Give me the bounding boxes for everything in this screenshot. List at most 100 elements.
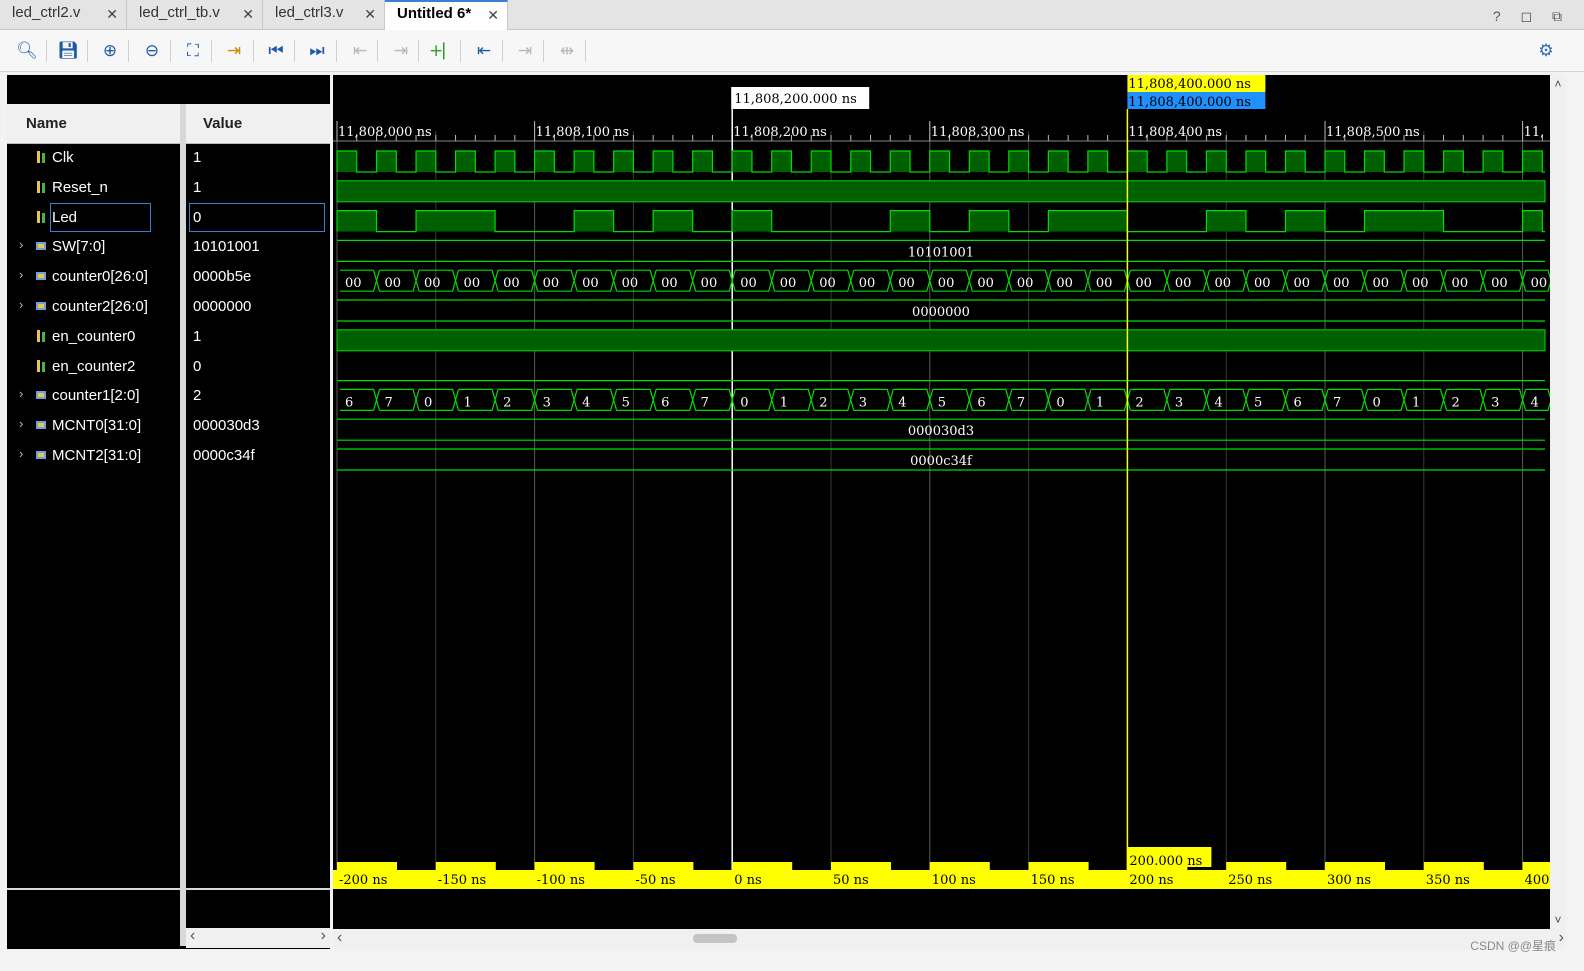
scroll-down-icon[interactable]: ˅ [1550,913,1566,927]
zoom-in-icon[interactable]: ⊕ [97,38,123,64]
counter0-bus-label: 00 [464,276,481,291]
expand-chevron-icon[interactable]: › [19,267,23,282]
counter1-bus-label: 2 [819,395,827,410]
signal-row[interactable]: › SW[7:0] 10101001 [7,232,330,262]
waveform-canvas[interactable]: 11,808,000 ns 11,808,100 ns 11,808,200 ns 1… [333,75,1583,929]
tab-led-ctrl-tb[interactable]: led_ctrl_tb.v ✕ [127,0,263,30]
tab-label: led_ctrl3.v [275,4,344,21]
wave-hscrollbar[interactable]: ‹ › [333,929,1566,949]
delta-tick-label: 200 ns [1129,873,1173,888]
signal-name: counter0[26:0] [52,268,148,286]
go-to-last-time-icon[interactable]: ⏭ [304,38,330,64]
swap-cursors-icon[interactable]: ⇹ [554,38,580,64]
delta-tick-label: 0 ns [734,873,761,888]
mcnt0-bus-label: 000030d3 [908,424,974,439]
ruler-tick-label: 11, [1524,125,1545,140]
zoom-fit-icon[interactable]: ⛶ [180,38,206,64]
signal-row[interactable]: › MCNT0[31:0] 000030d3 [7,411,330,441]
name-column-header[interactable]: Name [26,104,67,144]
clk-high-fill [534,151,555,172]
expand-chevron-icon[interactable]: › [19,297,23,312]
search-icon[interactable]: 🔍︎ [14,38,40,64]
delta-tick-label: 350 ns [1426,873,1470,888]
led-high-fill [890,210,930,232]
delta-tab [435,862,496,870]
clk-high-fill [1048,151,1069,172]
counter2-bus-label: 0000000 [912,305,970,320]
waveform-svg: 11,808,000 ns 11,808,100 ns 11,808,200 ns 1… [333,75,1583,889]
add-marker-icon[interactable]: +⎸ [429,38,460,64]
bit-signal-icon [35,150,47,164]
led-high-fill [1206,210,1246,232]
tab-led-ctrl2[interactable]: led_ctrl2.v ✕ [0,0,127,30]
counter1-bus-label: 2 [503,395,511,410]
zoom-out-icon[interactable]: ⊖ [139,38,165,64]
save-icon[interactable]: 💾︎ [55,38,81,64]
signal-name: counter2[26:0] [52,298,148,315]
clk-high-fill [1166,151,1187,172]
led-high-fill [574,210,614,232]
ruler-tick-label: 11,808,500 ns [1326,125,1420,140]
signal-name: en_counter2 [52,357,136,375]
signal-row[interactable]: › counter2[26:0] 0000000 [7,292,330,322]
counter1-bus-label: 6 [345,395,353,410]
value-column-header[interactable]: Value [203,104,242,144]
clk-high-fill [1008,151,1029,172]
signal-row[interactable]: › counter1[2:0] 2 [7,381,330,411]
gear-icon[interactable]: ⚙ [1533,38,1559,64]
delta-tab [1423,862,1484,870]
close-icon[interactable]: ✕ [364,1,376,27]
window-controls[interactable]: ? ◻ ⧉ [1493,8,1570,25]
delta-tab [1325,862,1385,870]
signal-value: 1 [193,178,202,196]
scroll-left-icon[interactable]: ‹ [337,929,342,947]
go-to-cursor-icon[interactable]: ⇥ [221,38,247,64]
expand-chevron-icon[interactable]: › [19,446,23,461]
close-icon[interactable]: ✕ [487,3,499,27]
clk-high-fill [1325,151,1345,172]
signal-row[interactable]: Clk 1 [7,143,330,173]
clk-high-fill [376,151,397,172]
counter0-bus-label: 00 [1491,276,1508,291]
scroll-up-icon[interactable]: ˄ [1550,77,1566,91]
counter0-bus-label: 00 [977,276,994,291]
counter0-bus-label: 00 [503,276,520,291]
signal-row[interactable]: en_counter2 0 [7,352,330,382]
name-value-hscrollbar[interactable]: ‹ › [186,927,330,948]
scroll-right-icon[interactable]: › [1559,929,1564,947]
led-high-fill [969,210,1009,232]
hscroll-thumb[interactable] [693,934,737,943]
expand-chevron-icon[interactable]: › [19,416,23,431]
counter0-bus-label: 00 [780,276,797,291]
previous-marker-icon[interactable]: ⇤ [471,38,497,64]
signal-row[interactable]: Reset_n 1 [7,173,330,203]
counter0-bus-label: 00 [1412,276,1429,291]
tab-led-ctrl3[interactable]: led_ctrl3.v ✕ [263,0,385,30]
signal-row[interactable]: en_counter0 1 [7,322,330,352]
next-transition-icon[interactable]: ⇥ [388,38,414,64]
previous-transition-icon[interactable]: ⇤ [347,38,373,64]
counter0-bus-label: 00 [622,276,639,291]
signal-row[interactable]: › MCNT2[31:0] 0000c34f [7,441,330,471]
clk-high-fill [890,151,911,172]
close-icon[interactable]: ✕ [106,1,118,27]
toolbar-separator [128,40,129,62]
counter1-bus-label: 4 [898,395,906,410]
toolbar-separator [377,40,378,62]
counter0-bus-label: 00 [345,276,362,291]
next-marker-icon[interactable]: ⇥ [512,38,538,64]
scroll-right-icon[interactable]: › [321,927,326,945]
en-counter0-wave [336,329,1546,352]
signal-row[interactable]: › counter0[26:0] 0000b5e [7,262,330,292]
go-to-time-0-icon[interactable]: ⏮ [263,38,289,64]
close-icon[interactable]: ✕ [242,1,254,27]
tab-untitled-6[interactable]: Untitled 6* ✕ [385,0,508,30]
counter1-bus-label: 2 [1452,395,1460,410]
delta-tick-label: -100 ns [537,873,585,888]
expand-chevron-icon[interactable]: › [19,237,23,252]
scroll-left-icon[interactable]: ‹ [190,927,195,945]
expand-chevron-icon[interactable]: › [19,386,23,401]
delta-tab [732,862,793,870]
signal-value: 000030d3 [193,417,260,435]
wave-vscrollbar[interactable]: ˄ ˅ [1550,75,1566,929]
